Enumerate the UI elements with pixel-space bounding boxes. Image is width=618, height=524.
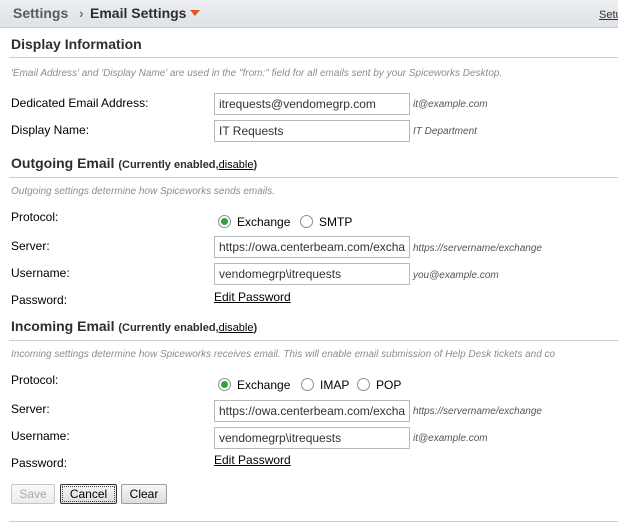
incoming-server-hint: https://servername/exchange [413, 406, 542, 417]
outgoing-exchange-label[interactable]: Exchange [237, 215, 290, 229]
email-address-input[interactable] [214, 93, 410, 115]
display-name-input[interactable] [214, 120, 410, 142]
incoming-status: (Currently enabled, [118, 322, 219, 334]
outgoing-protocol-label: Protocol: [11, 210, 59, 224]
section-divider [9, 340, 618, 341]
outgoing-email-title: Outgoing Email (Currently enabled,disabl… [11, 155, 257, 171]
outgoing-smtp-label[interactable]: SMTP [319, 215, 352, 229]
dropdown-caret-icon[interactable] [190, 10, 200, 16]
section-divider [9, 57, 618, 58]
display-description: 'Email Address' and 'Display Name' are u… [11, 68, 503, 79]
incoming-edit-password-link[interactable]: Edit Password [214, 453, 291, 467]
incoming-username-label: Username: [11, 429, 70, 443]
outgoing-edit-password-link[interactable]: Edit Password [214, 290, 291, 304]
outgoing-description: Outgoing settings determine how Spicewor… [11, 186, 276, 197]
incoming-description: Incoming settings determine how Spicewor… [11, 349, 556, 360]
incoming-pop-radio[interactable] [357, 378, 370, 391]
bottom-divider [9, 521, 618, 522]
incoming-username-input[interactable] [214, 427, 410, 449]
incoming-protocol-label: Protocol: [11, 373, 59, 387]
page-title: Email Settings [90, 5, 187, 21]
incoming-username-hint: it@example.com [413, 433, 488, 444]
setup-link[interactable]: Setu [599, 9, 618, 21]
save-button[interactable]: Save [11, 484, 55, 504]
display-information-title: Display Information [11, 36, 142, 52]
email-address-label: Dedicated Email Address: [11, 96, 149, 110]
incoming-imap-label[interactable]: IMAP [320, 378, 349, 392]
outgoing-server-input[interactable] [214, 236, 410, 258]
incoming-pop-label[interactable]: POP [376, 378, 401, 392]
email-address-hint: it@example.com [413, 99, 488, 110]
incoming-server-input[interactable] [214, 400, 410, 422]
outgoing-password-label: Password: [11, 293, 68, 307]
section-divider [9, 177, 618, 178]
outgoing-status-close: ) [253, 159, 258, 171]
cancel-button[interactable]: Cancel [60, 484, 117, 504]
display-name-hint: IT Department [413, 126, 477, 137]
incoming-email-title: Incoming Email (Currently enabled,disabl… [11, 318, 257, 334]
incoming-password-label: Password: [11, 456, 68, 470]
outgoing-username-hint: you@example.com [413, 270, 499, 281]
incoming-imap-radio[interactable] [301, 378, 314, 391]
incoming-exchange-radio[interactable] [218, 378, 231, 391]
outgoing-disable-link[interactable]: disable [219, 159, 254, 171]
incoming-disable-link[interactable]: disable [219, 322, 254, 334]
incoming-exchange-label[interactable]: Exchange [237, 378, 290, 392]
outgoing-server-hint: https://servername/exchange [413, 243, 542, 254]
outgoing-exchange-radio[interactable] [218, 215, 231, 228]
display-name-label: Display Name: [11, 123, 90, 137]
outgoing-status: (Currently enabled, [118, 159, 219, 171]
outgoing-username-input[interactable] [214, 263, 410, 285]
outgoing-smtp-radio[interactable] [300, 215, 313, 228]
breadcrumb-settings[interactable]: Settings [13, 5, 68, 21]
outgoing-server-label: Server: [11, 239, 50, 253]
outgoing-username-label: Username: [11, 266, 70, 280]
breadcrumb-separator: › [79, 5, 84, 21]
clear-button[interactable]: Clear [121, 484, 167, 504]
outgoing-email-heading: Outgoing Email [11, 155, 115, 171]
incoming-email-heading: Incoming Email [11, 318, 115, 334]
incoming-server-label: Server: [11, 402, 50, 416]
incoming-status-close: ) [253, 322, 258, 334]
